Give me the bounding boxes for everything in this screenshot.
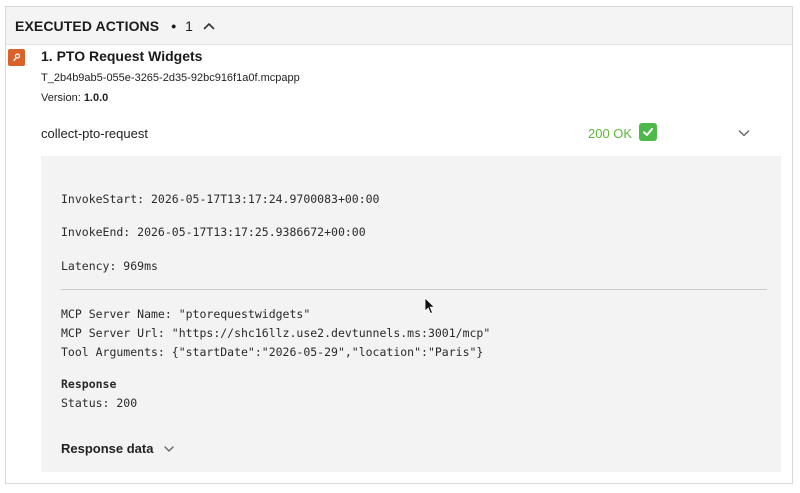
version-label: Version: (41, 92, 84, 104)
mcp-server-url: MCP Server Url: "https://shc16llz.use2.d… (61, 326, 491, 340)
app-icon (8, 49, 25, 66)
details-divider (61, 289, 767, 290)
executed-actions-title: EXECUTED ACTIONS (15, 17, 160, 34)
chevron-up-icon[interactable] (202, 19, 216, 33)
mouse-pointer-icon (424, 297, 436, 315)
version-value: 1.0.0 (83, 92, 109, 104)
invoke-start: InvokeStart: 2026-05-17T13:17:24.9700083… (61, 192, 380, 206)
app-title: 1. PTO Request Widgets (41, 48, 203, 64)
chevron-down-icon[interactable] (737, 126, 751, 140)
action-name: collect-pto-request (41, 126, 148, 141)
invoke-end: InvokeEnd: 2026-05-17T13:17:25.9386672+0… (61, 225, 366, 239)
response-heading: Response (61, 377, 117, 391)
mcp-server-name: MCP Server Name: "ptorequestwidgets" (61, 307, 311, 321)
version-row: Version: 1.0.0 (41, 92, 108, 104)
action-status: 200 OK (588, 126, 633, 141)
check-mark-icon (639, 123, 657, 141)
plug-icon (13, 53, 21, 62)
header-separator-dot: • (171, 17, 177, 34)
latency: Latency: 969ms (61, 259, 158, 273)
action-details-panel: InvokeStart: 2026-05-17T13:17:24.9700083… (41, 156, 781, 472)
executed-actions-header[interactable]: EXECUTED ACTIONS • 1 (6, 7, 792, 45)
chevron-down-icon (164, 445, 175, 452)
action-row-collect-pto-request[interactable]: collect-pto-request 200 OK (41, 122, 781, 150)
executed-actions-count: 1 (185, 17, 193, 34)
response-data-label: Response data (61, 441, 154, 456)
response-status: Status: 200 (61, 396, 138, 410)
tool-arguments: Tool Arguments: {"startDate":"2026-05-29… (61, 345, 484, 359)
response-data-toggle[interactable]: Response data (61, 441, 175, 456)
app-package-id: T_2b4b9ab5-055e-3265-2d35-92bc916f1a0f.m… (41, 72, 300, 84)
